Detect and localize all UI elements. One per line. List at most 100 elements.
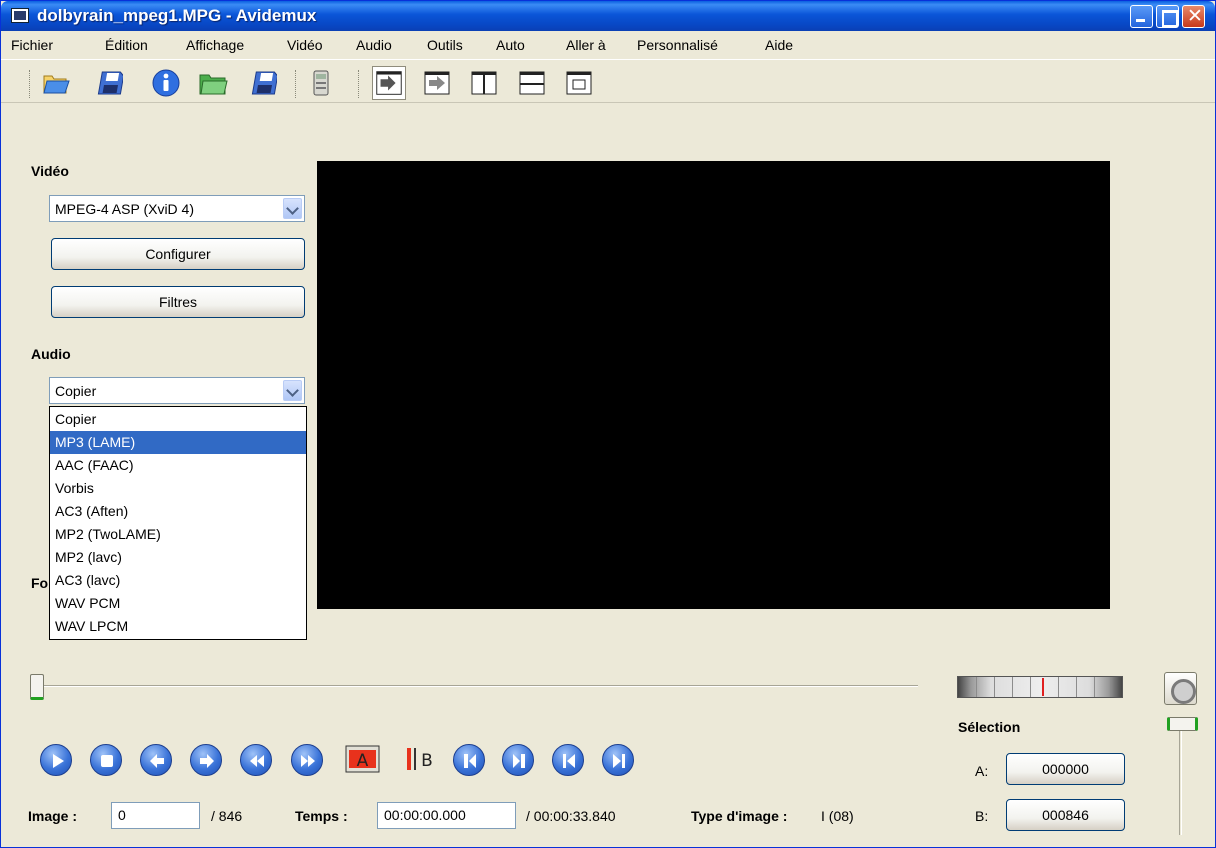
audio-codec-dropdown-list: Copier MP3 (LAME) AAC (FAAC) Vorbis AC3 … — [49, 406, 307, 640]
side-by-side-icon[interactable] — [469, 68, 499, 98]
toolbar-grip-3[interactable] — [358, 70, 361, 98]
dropdown-option-vorbis[interactable]: Vorbis — [50, 477, 306, 500]
menu-aide[interactable]: Aide — [765, 37, 793, 53]
marker-b-label: B: — [975, 808, 989, 824]
set-marker-a-button[interactable]: A — [345, 743, 381, 775]
top-bottom-icon[interactable] — [517, 68, 547, 98]
video-preview-area — [317, 161, 1110, 609]
svg-text:A: A — [357, 751, 369, 771]
dropdown-option-mp2-lavc[interactable]: MP2 (lavc) — [50, 546, 306, 569]
chevron-down-icon[interactable] — [283, 380, 302, 401]
marker-a-label: A: — [975, 763, 989, 779]
time-input[interactable]: 00:00:00.000 — [377, 802, 516, 829]
previous-keyframe-button[interactable] — [240, 744, 272, 776]
fast-forward-icon — [301, 755, 315, 767]
chevron-down-icon[interactable] — [283, 198, 302, 219]
volume-icon[interactable] — [1164, 672, 1197, 705]
volume-slider-track[interactable] — [1179, 721, 1182, 835]
separate-window-icon[interactable] — [564, 68, 594, 98]
marker-b-value-button[interactable]: 000846 — [1006, 799, 1125, 831]
menu-outils[interactable]: Outils — [427, 37, 463, 53]
toolbar-grip[interactable] — [29, 70, 32, 98]
app-window: dolbyrain_mpeg1.MPG - Avidemux ✕ Fichier… — [0, 0, 1216, 848]
output-preview-icon[interactable] — [422, 68, 452, 98]
menu-edition[interactable]: Édition — [105, 37, 148, 53]
audio-section-label: Audio — [31, 346, 71, 362]
close-button[interactable]: ✕ — [1182, 5, 1205, 28]
marker-a-value-button[interactable]: 000000 — [1006, 753, 1125, 785]
toolbar-grip-2[interactable] — [295, 70, 298, 98]
play-button[interactable] — [40, 744, 72, 776]
menu-affichage[interactable]: Affichage — [186, 37, 244, 53]
dropdown-option-aac-faac[interactable]: AAC (FAAC) — [50, 454, 306, 477]
skip-back-icon — [563, 754, 575, 768]
set-marker-b-button[interactable]: B — [402, 743, 438, 775]
volume-slider-thumb[interactable] — [1167, 717, 1198, 731]
position-slider-thumb[interactable] — [30, 674, 44, 700]
next-black-frame-button[interactable] — [602, 744, 634, 776]
previous-black-frame-button[interactable] — [552, 744, 584, 776]
menu-fichier[interactable]: Fichier — [11, 37, 53, 53]
audio-codec-value: Copier — [55, 383, 97, 399]
close-icon: ✕ — [1187, 5, 1203, 27]
title-bar[interactable]: dolbyrain_mpeg1.MPG - Avidemux ✕ — [1, 1, 1215, 31]
next-keyframe-button[interactable] — [291, 744, 323, 776]
image-total: / 846 — [211, 808, 243, 824]
go-to-marker-a-button[interactable] — [453, 744, 485, 776]
save-icon[interactable] — [93, 68, 123, 98]
skip-forward-icon — [613, 754, 625, 768]
dropdown-option-wav-pcm[interactable]: WAV PCM — [50, 592, 306, 615]
time-label: Temps : — [295, 808, 348, 824]
image-label: Image : — [28, 808, 78, 824]
stop-icon — [101, 755, 113, 767]
dropdown-option-ac3-lavc[interactable]: AC3 (lavc) — [50, 569, 306, 592]
jog-position-marker — [1042, 678, 1044, 696]
menu-bar: Fichier Édition Affichage Vidéo Audio Ou… — [1, 31, 1215, 59]
next-frame-button[interactable] — [190, 744, 222, 776]
selection-label: Sélection — [958, 719, 1021, 735]
menu-auto[interactable]: Auto — [496, 37, 525, 53]
window-title: dolbyrain_mpeg1.MPG - Avidemux — [37, 6, 317, 25]
svg-text:B: B — [421, 751, 433, 771]
play-icon — [53, 754, 64, 768]
configure-button[interactable]: Configurer — [51, 238, 305, 270]
menu-personnalise[interactable]: Personnalisé — [637, 37, 718, 53]
frame-type-value: I (08) — [821, 808, 854, 824]
open-folder-icon[interactable] — [198, 68, 228, 98]
avidemux-app-icon — [11, 8, 29, 23]
dropdown-option-mp3-lame[interactable]: MP3 (LAME) — [50, 431, 306, 454]
jog-shuttle[interactable] — [957, 676, 1123, 698]
open-icon[interactable] — [41, 68, 71, 98]
go-to-marker-b-button[interactable] — [502, 744, 534, 776]
previous-frame-button[interactable] — [140, 744, 172, 776]
arrow-left-icon — [150, 754, 164, 768]
save-copy-icon[interactable] — [247, 68, 277, 98]
menu-aller-a[interactable]: Aller à — [566, 37, 606, 53]
menu-audio[interactable]: Audio — [356, 37, 392, 53]
image-input[interactable]: 0 — [111, 802, 200, 829]
dropdown-option-copier[interactable]: Copier — [50, 408, 306, 431]
menu-video[interactable]: Vidéo — [287, 37, 323, 53]
marker-a-icon — [464, 754, 476, 768]
toolbar — [1, 59, 1215, 103]
dropdown-option-ac3-aften[interactable]: AC3 (Aften) — [50, 500, 306, 523]
dropdown-option-wav-lpcm[interactable]: WAV LPCM — [50, 615, 306, 638]
frame-type-label: Type d'image : — [691, 808, 788, 824]
arrow-right-icon — [200, 754, 214, 768]
filters-button[interactable]: Filtres — [51, 286, 305, 318]
calculator-icon[interactable] — [306, 68, 336, 98]
audio-codec-select[interactable]: Copier — [49, 377, 305, 404]
rewind-icon — [250, 755, 264, 767]
position-slider-track[interactable] — [36, 685, 918, 687]
input-preview-icon[interactable] — [372, 66, 406, 100]
format-section-label: Fo — [31, 575, 49, 591]
time-total: / 00:00:33.840 — [526, 808, 616, 824]
video-codec-select[interactable]: MPEG-4 ASP (XviD 4) — [49, 195, 305, 222]
stop-button[interactable] — [90, 744, 122, 776]
video-codec-value: MPEG-4 ASP (XviD 4) — [55, 201, 195, 217]
minimize-button[interactable] — [1130, 5, 1153, 28]
marker-b-icon — [513, 754, 525, 768]
info-icon[interactable] — [151, 68, 181, 98]
maximize-button[interactable] — [1156, 5, 1179, 28]
dropdown-option-mp2-twolame[interactable]: MP2 (TwoLAME) — [50, 523, 306, 546]
